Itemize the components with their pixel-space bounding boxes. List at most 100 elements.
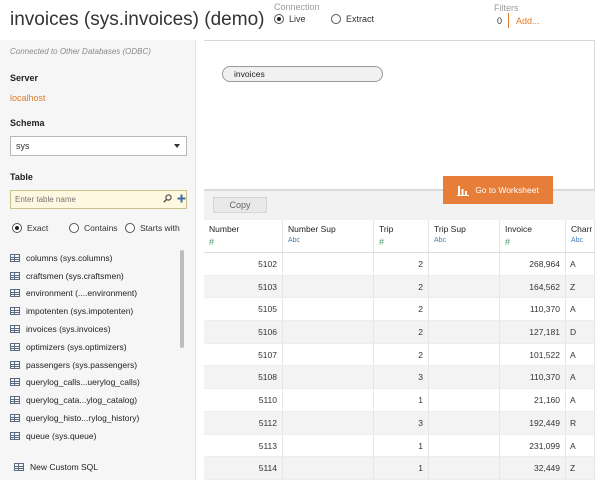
table-list-item[interactable]: impotenten (sys.impotenten) <box>10 302 180 320</box>
table-cell <box>283 389 374 411</box>
filters-count: 0 <box>497 16 503 26</box>
column-name: Charr <box>571 224 593 234</box>
table-row: 5105 2 110,370 A <box>204 298 595 322</box>
table-list-item-label: querylog_cata...ylog_catalog) <box>26 395 138 406</box>
table-list-item-label: columns (sys.columns) <box>26 252 113 263</box>
go-to-worksheet-button[interactable]: Go to Worksheet <box>443 176 553 204</box>
table-cell: 5102 <box>204 253 283 275</box>
connection-extract-radio[interactable]: Extract <box>331 14 374 24</box>
table-cell: 110,370 <box>500 298 566 321</box>
column-header[interactable]: Trip Sup Abc <box>429 220 500 252</box>
table-cell: 5107 <box>204 343 283 366</box>
table-pill[interactable]: invoices <box>222 66 383 82</box>
table-search-input[interactable] <box>10 190 187 209</box>
table-list-scrollbar[interactable] <box>180 250 184 348</box>
table-list: columns (sys.columns) craftsmen (sys.craf… <box>10 249 180 445</box>
table-icon <box>10 325 20 334</box>
string-type-icon[interactable]: Abc <box>571 237 594 244</box>
table-cell: 5114 <box>204 457 283 479</box>
table-cell: 2 <box>374 298 429 321</box>
match-starts-with-radio[interactable]: Starts with <box>125 223 180 233</box>
column-name: Trip Sup <box>434 224 466 234</box>
column-name: Trip <box>379 224 394 234</box>
table-cell <box>283 343 374 366</box>
go-to-worksheet-label: Go to Worksheet <box>475 185 539 195</box>
number-type-icon[interactable]: # <box>379 237 428 247</box>
column-header[interactable]: Trip # <box>374 220 429 252</box>
radio-icon <box>125 223 135 233</box>
table-cell: 2 <box>374 343 429 366</box>
table-cell <box>429 298 500 321</box>
column-header[interactable]: Number # <box>204 220 283 252</box>
connection-live-label: Live <box>289 14 306 24</box>
match-starts-with-label: Starts with <box>140 223 180 233</box>
table-list-item[interactable]: passengers (sys.passengers) <box>10 356 180 374</box>
string-type-icon[interactable]: Abc <box>288 237 373 244</box>
table-icon <box>10 360 20 369</box>
table-list-item[interactable]: craftsmen (sys.craftsmen) <box>10 267 180 285</box>
add-icon[interactable] <box>177 194 186 203</box>
grid-body: 5102 2 268,964 A 5103 2 164,562 Z 5105 2 110,370 A 5… <box>204 253 595 480</box>
new-custom-sql-item[interactable]: New Custom SQL <box>14 462 98 472</box>
table-list-item[interactable]: querylog_histo...rylog_history) <box>10 409 180 427</box>
match-exact-radio[interactable]: Exact <box>12 223 48 233</box>
string-type-icon[interactable]: Abc <box>434 237 499 244</box>
connection-extract-label: Extract <box>346 14 375 24</box>
table-list-item[interactable]: environment (....environment) <box>10 285 180 303</box>
connection-live-radio[interactable]: Live <box>274 14 306 24</box>
table-cell <box>429 321 500 343</box>
table-list-item[interactable]: columns (sys.columns) <box>10 249 180 267</box>
number-type-icon[interactable]: # <box>505 237 565 247</box>
table-list-item[interactable]: querylog_calls...uerylog_calls) <box>10 374 180 392</box>
chevron-down-icon <box>174 144 180 148</box>
table-row: 5107 2 101,522 A <box>204 343 595 367</box>
grid-header: Number # Number Sup Abc Trip # Trip Sup Abc Invo… <box>204 220 595 253</box>
table-row: 5114 1 32,449 Z <box>204 457 595 480</box>
new-custom-sql-label: New Custom SQL <box>30 462 99 472</box>
table-icon <box>10 253 20 262</box>
table-cell <box>429 253 500 275</box>
table-cell: A <box>566 298 595 321</box>
table-row: 5113 1 231,099 A <box>204 434 595 458</box>
match-contains-radio[interactable]: Contains <box>69 223 118 233</box>
bar-chart-icon <box>457 185 470 196</box>
table-cell: 2 <box>374 275 429 298</box>
table-row: 5106 2 127,181 D <box>204 321 595 344</box>
number-type-icon[interactable]: # <box>209 237 282 247</box>
server-heading: Server <box>10 73 39 83</box>
table-cell <box>429 411 500 434</box>
column-header[interactable]: Invoice # <box>500 220 566 252</box>
table-cell: 268,964 <box>500 253 566 275</box>
schema-value: sys <box>16 141 30 151</box>
table-cell: 110,370 <box>500 366 566 389</box>
table-icon <box>10 271 20 280</box>
table-cell: R <box>566 411 595 434</box>
copy-button[interactable]: Copy <box>213 197 267 213</box>
server-link[interactable]: localhost <box>10 93 46 103</box>
column-header[interactable]: Charr Abc <box>566 220 595 252</box>
table-list-item[interactable]: invoices (sys.invoices) <box>10 320 180 338</box>
table-cell <box>429 366 500 389</box>
table-cell: A <box>566 343 595 366</box>
schema-select[interactable]: sys <box>10 136 187 156</box>
table-cell: 2 <box>374 253 429 275</box>
table-cell <box>283 366 374 389</box>
table-list-item[interactable]: optimizers (sys.optimizers) <box>10 338 180 356</box>
table-list-item[interactable]: queue (sys.queue) <box>10 427 180 445</box>
table-cell: A <box>566 366 595 389</box>
table-heading: Table <box>10 172 33 182</box>
table-cell: 5103 <box>204 275 283 298</box>
table-list-item-label: passengers (sys.passengers) <box>26 359 138 370</box>
table-list-item[interactable]: querylog_cata...ylog_catalog) <box>10 391 180 409</box>
table-icon <box>10 378 20 387</box>
table-list-item-label: querylog_histo...rylog_history) <box>26 413 140 424</box>
column-header[interactable]: Number Sup Abc <box>283 220 374 252</box>
table-list-item-label: invoices (sys.invoices) <box>26 324 111 335</box>
table-cell <box>429 434 500 457</box>
table-cell: 101,522 <box>500 343 566 366</box>
table-cell <box>283 298 374 321</box>
search-icon[interactable] <box>163 194 172 203</box>
add-filter-link[interactable]: Add... <box>516 16 540 26</box>
table-list-item-label: optimizers (sys.optimizers) <box>26 341 127 352</box>
table-cell: Z <box>566 457 595 479</box>
